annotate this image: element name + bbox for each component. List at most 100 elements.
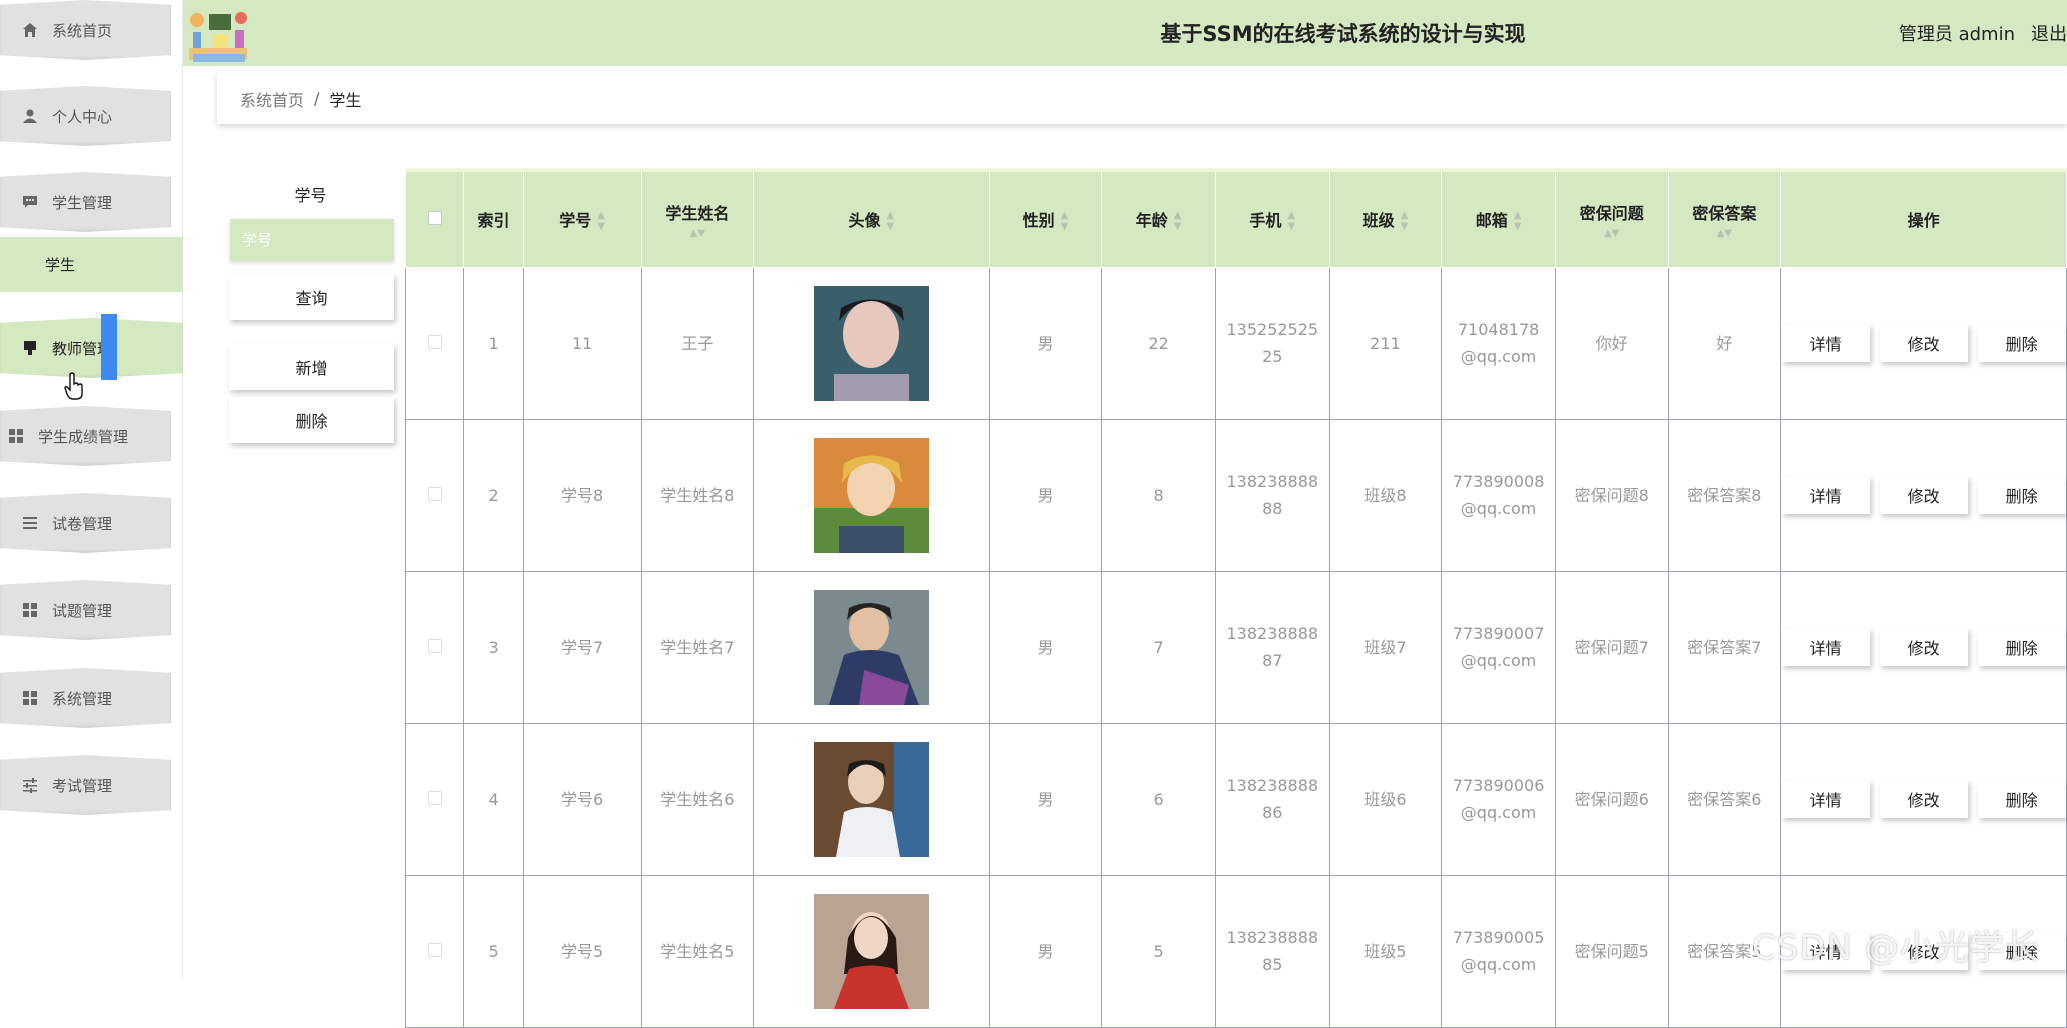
cell-age: 5 [1101, 874, 1216, 1028]
row-checkbox[interactable] [427, 790, 442, 805]
cell-student-no: 学号6 [522, 722, 642, 876]
edit-button[interactable]: 修改 [1879, 476, 1968, 514]
cell-name: 学生姓名8 [640, 418, 755, 572]
cell-question: 密保问题7 [1554, 570, 1669, 724]
cell-index: 1 [463, 266, 524, 420]
col-question[interactable]: 密保问题 ▲▼ [1554, 168, 1669, 268]
col-age[interactable]: 年龄 ▲ ▼ [1101, 168, 1216, 268]
cell-class: 211 [1328, 266, 1443, 420]
row-checkbox[interactable] [427, 942, 442, 957]
cell-answer: 密保答案7 [1667, 570, 1782, 724]
table-header-row: 索引 学号 ▲ ▼ 学生姓名 ▲▼ 头像 ▲ ▼ 性别 ▲ ▼ 年龄 ▲ ▼ 手机 ▲ ▼ 班级 ▲ ▼ … [404, 168, 2067, 268]
student-avatar [813, 741, 929, 857]
sidebar-item-label: 试题管理 [52, 601, 113, 620]
student-avatar [813, 285, 929, 401]
cell-student-no: 学号5 [522, 874, 642, 1028]
table-row: 1 11 王子 男 22 135252525 25 211 71048178 @qq… [404, 266, 2067, 420]
sidebar-item-system-mgmt[interactable]: 系统管理 [0, 668, 171, 728]
sidebar-item-label: 系统首页 [52, 21, 113, 40]
student-no-search-input[interactable] [230, 219, 394, 261]
sort-icon[interactable]: ▲▼ [597, 210, 605, 232]
select-all-cell[interactable] [404, 168, 465, 268]
sort-icon[interactable]: ▲▼ [1401, 210, 1409, 232]
row-checkbox[interactable] [427, 486, 442, 501]
detail-button[interactable]: 详情 [1781, 628, 1870, 666]
sidebar-item-home[interactable]: 系统首页 [0, 0, 171, 60]
col-gender[interactable]: 性别 ▲ ▼ [988, 168, 1103, 268]
sidebar-item-profile[interactable]: 个人中心 [0, 86, 171, 146]
sidebar-item-exam-mgmt[interactable]: 考试管理 [0, 755, 171, 815]
delete-button[interactable]: 删除 [229, 397, 394, 443]
select-all-checkbox[interactable] [427, 210, 442, 225]
search-label: 学号 [294, 186, 327, 205]
sidebar-item-question-mgmt[interactable]: 试题管理 [0, 580, 171, 640]
cell-index: 2 [463, 418, 524, 572]
edit-button[interactable]: 修改 [1879, 780, 1968, 818]
sidebar-item-label: 个人中心 [52, 107, 113, 126]
row-checkbox[interactable] [427, 334, 442, 349]
row-checkbox[interactable] [427, 638, 442, 653]
cell-age: 22 [1101, 266, 1216, 420]
col-avatar[interactable]: 头像 ▲ ▼ [753, 168, 990, 268]
detail-button[interactable]: 详情 [1781, 476, 1870, 514]
col-phone[interactable]: 手机 ▲ ▼ [1214, 168, 1330, 268]
query-button[interactable]: 查询 [229, 274, 394, 320]
sidebar-item-student-mgmt[interactable]: 学生管理 [0, 172, 171, 232]
col-student-no[interactable]: 学号 ▲ ▼ [522, 168, 642, 268]
cell-name: 学生姓名7 [640, 570, 755, 724]
breadcrumb-home[interactable]: 系统首页 [240, 87, 304, 111]
cell-phone: 135252525 25 [1214, 266, 1330, 420]
col-class[interactable]: 班级 ▲ ▼ [1328, 168, 1443, 268]
table-row: 3 学号7 学生姓名7 男 7 138238888 87 班级7 77389000… [404, 570, 2067, 724]
sort-icon[interactable]: ▲▼ [1061, 210, 1069, 232]
cell-email: 71048178 @qq.com [1441, 266, 1556, 420]
sort-icon[interactable]: ▲▼ [1287, 210, 1295, 232]
home-icon [22, 22, 38, 38]
student-avatar [813, 893, 929, 1009]
cell-index: 4 [463, 722, 524, 876]
cell-gender: 男 [988, 418, 1103, 572]
row-delete-button[interactable]: 删除 [1977, 780, 2066, 818]
sidebar: 系统首页 个人中心 学生管理 学生 教师管理 学生成绩管理 试卷管理 试题管理 … [0, 0, 183, 978]
edit-button[interactable]: 修改 [1879, 628, 1968, 666]
sort-icon[interactable]: ▲▼ [1514, 210, 1522, 232]
row-delete-button[interactable]: 删除 [1977, 324, 2066, 362]
cell-name: 学生姓名5 [640, 874, 755, 1028]
cell-gender: 男 [988, 722, 1103, 876]
cell-age: 6 [1101, 722, 1216, 876]
sort-icon[interactable]: ▲▼ [642, 228, 754, 239]
sidebar-subitem-student[interactable]: 学生 [0, 237, 183, 292]
sidebar-item-score-mgmt[interactable]: 学生成绩管理 [0, 406, 171, 466]
logo-icon [183, 0, 255, 66]
cell-phone: 138238888 88 [1214, 418, 1330, 572]
sidebar-item-label: 学生成绩管理 [38, 427, 129, 446]
col-name[interactable]: 学生姓名 ▲▼ [640, 168, 755, 268]
detail-button[interactable]: 详情 [1781, 324, 1870, 362]
sliders-icon [22, 777, 38, 793]
scroll-highlight [101, 314, 117, 380]
sort-icon[interactable]: ▲▼ [887, 210, 895, 232]
row-delete-button[interactable]: 删除 [1977, 628, 2066, 666]
sort-icon[interactable]: ▲▼ [1669, 228, 1781, 239]
add-button[interactable]: 新增 [229, 344, 394, 390]
col-email[interactable]: 邮箱 ▲ ▼ [1441, 168, 1556, 268]
cell-phone: 138238888 86 [1214, 722, 1330, 876]
logout-link[interactable]: 退出 [2031, 24, 2067, 45]
breadcrumb: 系统首页 / 学生 [217, 73, 2067, 124]
cell-age: 8 [1101, 418, 1216, 572]
sidebar-item-teacher-mgmt[interactable]: 教师管理 [0, 318, 183, 378]
page-title: 基于SSM的在线考试系统的设计与实现 [1160, 22, 1526, 46]
breadcrumb-separator: / [314, 89, 320, 108]
sidebar-item-label: 系统管理 [52, 689, 113, 708]
edit-button[interactable]: 修改 [1879, 324, 1968, 362]
sidebar-item-label: 试卷管理 [52, 514, 113, 533]
sort-icon[interactable]: ▲▼ [1556, 228, 1668, 239]
grid-icon [8, 428, 24, 444]
col-actions: 操作 [1780, 168, 2067, 268]
cell-class: 班级8 [1328, 418, 1443, 572]
detail-button[interactable]: 详情 [1781, 780, 1870, 818]
col-answer[interactable]: 密保答案 ▲▼ [1667, 168, 1782, 268]
sidebar-item-paper-mgmt[interactable]: 试卷管理 [0, 493, 171, 553]
sort-icon[interactable]: ▲▼ [1174, 210, 1182, 232]
row-delete-button[interactable]: 删除 [1977, 476, 2066, 514]
